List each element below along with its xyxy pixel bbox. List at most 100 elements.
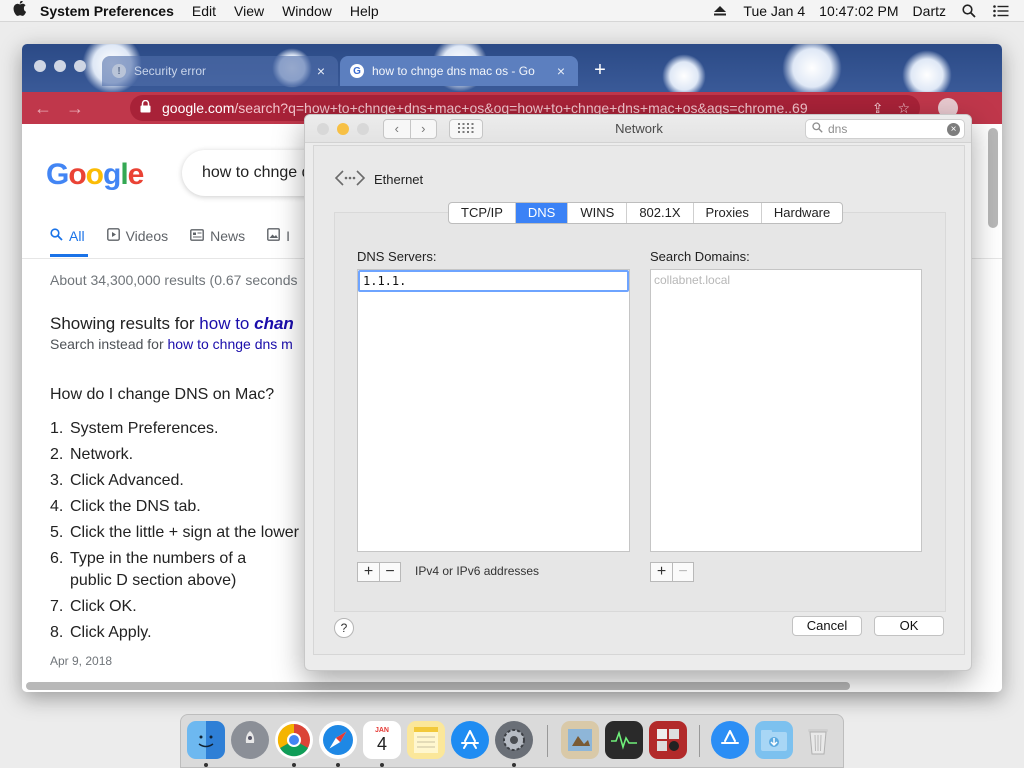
- menu-bar: System Preferences Edit View Window Help…: [0, 0, 1024, 22]
- menu-user[interactable]: Dartz: [913, 3, 946, 19]
- notes-icon[interactable]: [407, 721, 445, 759]
- url-domain: google.com: [162, 100, 235, 116]
- help-button[interactable]: ?: [334, 618, 354, 638]
- preview-photo-icon[interactable]: [561, 721, 599, 759]
- dns-tab-panel: DNS Servers: 1.1.1. + − IPv4 or IPv6 add…: [334, 212, 946, 612]
- tab-security-error[interactable]: ! Security error ×: [102, 56, 338, 86]
- running-indicator: [204, 763, 208, 767]
- featured-snippet-question[interactable]: How do I change DNS on Mac?: [50, 386, 274, 404]
- app-store-downloads-icon[interactable]: [711, 721, 749, 759]
- tab-hardware[interactable]: Hardware: [760, 203, 842, 223]
- new-tab-button[interactable]: +: [588, 60, 612, 82]
- running-indicator: [292, 763, 296, 767]
- menu-edit[interactable]: Edit: [192, 3, 216, 19]
- calendar-month: JAN: [374, 726, 389, 734]
- downloads-folder-icon[interactable]: [755, 721, 793, 759]
- menu-date[interactable]: Tue Jan 4: [743, 3, 805, 19]
- tab-strip: ! Security error × G how to chnge dns ma…: [22, 44, 1002, 100]
- google-favicon-icon: G: [350, 64, 364, 78]
- remove-dns-button[interactable]: −: [379, 563, 400, 581]
- spotlight-icon[interactable]: [960, 4, 978, 18]
- tab-news[interactable]: News: [190, 228, 245, 244]
- menu-bar-status: Tue Jan 4 10:47:02 PM Dartz: [711, 0, 1024, 22]
- calendar-icon[interactable]: JAN 4: [363, 721, 401, 759]
- tab-label: I: [286, 228, 291, 244]
- tab-all[interactable]: All: [50, 228, 85, 244]
- photo-booth-icon[interactable]: [649, 721, 687, 759]
- ok-button[interactable]: OK: [874, 616, 944, 636]
- preferences-search-field[interactable]: dns ×: [805, 119, 965, 139]
- search-icon: [812, 122, 823, 136]
- window-close-button[interactable]: [34, 60, 46, 72]
- list-item: 5. Click the little + sign at the lower: [50, 520, 340, 546]
- step-number: 6.: [50, 550, 64, 567]
- add-domain-button[interactable]: +: [651, 563, 672, 581]
- tab-tcpip[interactable]: TCP/IP: [449, 203, 515, 223]
- step-number: 3.: [50, 472, 64, 489]
- menu-time[interactable]: 10:47:02 PM: [819, 3, 898, 19]
- tab-dns[interactable]: DNS: [514, 203, 568, 223]
- menu-view[interactable]: View: [234, 3, 264, 19]
- step-text: Network.: [70, 446, 134, 463]
- original-query-link[interactable]: how to chnge dns m: [168, 336, 293, 352]
- instead-prefix: Search instead for: [50, 336, 168, 352]
- close-tab-icon[interactable]: ×: [554, 63, 568, 79]
- activity-monitor-icon[interactable]: [605, 721, 643, 759]
- remove-domain-button[interactable]: −: [672, 563, 693, 581]
- step-text: Type in the numbers of a public D sectio…: [70, 550, 247, 589]
- dns-server-input[interactable]: 1.1.1.: [358, 270, 629, 292]
- tab-label: how to chnge dns mac os - Go: [372, 64, 535, 78]
- forward-arrow-icon[interactable]: →: [64, 98, 86, 118]
- tab-google-search[interactable]: G how to chnge dns mac os - Go ×: [340, 56, 578, 86]
- list-item: 2. Network.: [50, 442, 340, 468]
- safari-compass-icon[interactable]: [319, 721, 357, 759]
- google-logo[interactable]: Google: [46, 158, 144, 192]
- tab-videos[interactable]: Videos: [106, 228, 168, 244]
- tab-proxies[interactable]: Proxies: [692, 203, 761, 223]
- interface-header: Ethernet: [334, 168, 423, 191]
- window-minimize-button[interactable]: [54, 60, 66, 72]
- trash-icon[interactable]: [799, 721, 837, 759]
- search-domains-list[interactable]: collabnet.local: [650, 269, 922, 552]
- add-dns-button[interactable]: +: [358, 563, 379, 581]
- google-result-tabs: All Videos News I: [50, 228, 290, 244]
- app-store-icon[interactable]: [451, 721, 489, 759]
- list-item: 6. Type in the numbers of a public D sect…: [50, 546, 340, 594]
- cancel-button[interactable]: Cancel: [792, 616, 862, 636]
- eject-icon[interactable]: [711, 4, 729, 18]
- corrected-query-link[interactable]: how to chan: [199, 314, 294, 333]
- menu-window[interactable]: Window: [282, 3, 332, 19]
- tab-wins[interactable]: WINS: [567, 203, 626, 223]
- menu-help[interactable]: Help: [350, 3, 379, 19]
- tab-images[interactable]: I: [267, 228, 290, 244]
- dock-separator: [547, 725, 548, 757]
- horizontal-scrollbar[interactable]: [26, 682, 850, 690]
- dock-separator: [699, 725, 700, 757]
- close-tab-icon[interactable]: ×: [314, 63, 328, 79]
- menu-app-name[interactable]: System Preferences: [40, 3, 174, 19]
- notification-center-icon[interactable]: [992, 4, 1010, 18]
- clear-search-icon[interactable]: ×: [947, 123, 960, 136]
- network-preferences-window: ‹ › Network dns × Ethernet TCP/IP DNS WI…: [304, 114, 972, 671]
- system-preferences-gear-icon[interactable]: [495, 721, 533, 759]
- play-icon: [106, 228, 120, 244]
- list-item: 3. Click Advanced.: [50, 468, 340, 494]
- finder-icon[interactable]: [187, 721, 225, 759]
- step-text: Click Apply.: [70, 624, 152, 641]
- active-tab-underline: [50, 254, 88, 257]
- step-number: 4.: [50, 498, 64, 515]
- corrected-query-plain: how to: [199, 314, 255, 333]
- corrected-query-bold: chan: [254, 314, 294, 333]
- dns-add-remove-control: + −: [357, 562, 401, 582]
- apple-menu-icon[interactable]: [0, 0, 40, 21]
- vertical-scrollbar[interactable]: [988, 128, 998, 228]
- back-arrow-icon[interactable]: ←: [32, 98, 54, 118]
- search-instead-for: Search instead for how to chnge dns m: [50, 336, 293, 352]
- chrome-icon[interactable]: [275, 721, 313, 759]
- interface-name: Ethernet: [374, 172, 424, 187]
- launchpad-rocket-icon[interactable]: [231, 721, 269, 759]
- dns-servers-list[interactable]: 1.1.1.: [357, 269, 630, 552]
- tab-8021x[interactable]: 802.1X: [626, 203, 692, 223]
- window-zoom-button[interactable]: [74, 60, 86, 72]
- list-item: 8. Click Apply.: [50, 620, 340, 646]
